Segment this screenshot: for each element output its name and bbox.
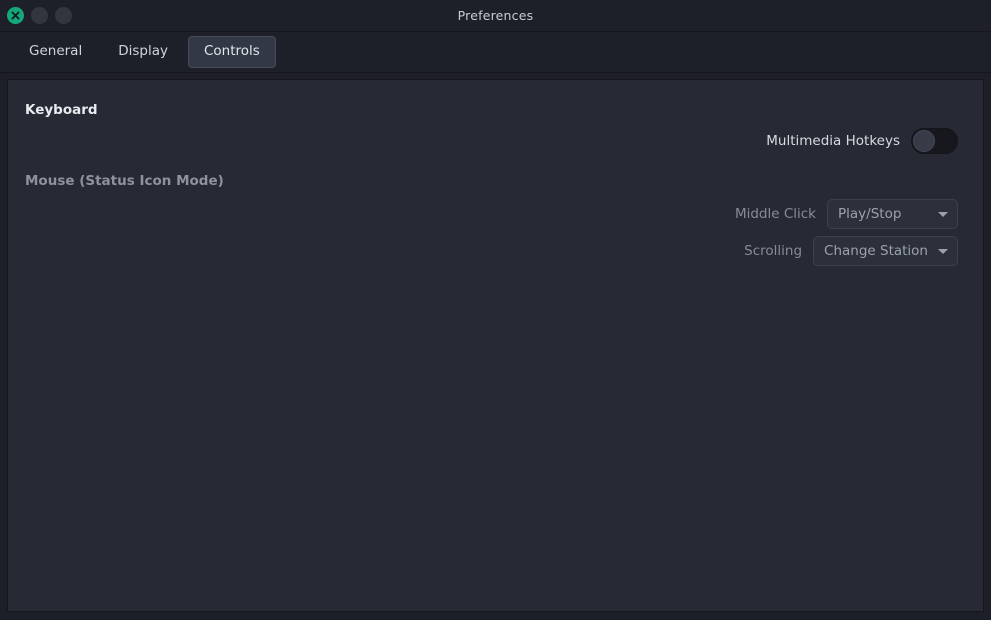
tab-display[interactable]: Display bbox=[102, 36, 184, 67]
row-middle-click: Middle Click Play/Stop bbox=[735, 199, 958, 229]
multimedia-hotkeys-label: Multimedia Hotkeys bbox=[766, 133, 900, 149]
multimedia-hotkeys-toggle[interactable] bbox=[911, 128, 958, 154]
scrolling-value: Change Station bbox=[824, 243, 928, 259]
preferences-window: Preferences General Display Controls Key… bbox=[0, 0, 991, 620]
tab-general[interactable]: General bbox=[13, 36, 98, 67]
middle-click-label: Middle Click bbox=[734, 206, 816, 222]
window-controls bbox=[7, 0, 72, 31]
close-x-icon bbox=[11, 11, 20, 20]
section-title-keyboard: Keyboard bbox=[25, 102, 98, 118]
chevron-down-icon bbox=[938, 248, 948, 254]
maximize-button[interactable] bbox=[55, 7, 72, 24]
row-multimedia-hotkeys: Multimedia Hotkeys bbox=[766, 128, 958, 154]
tab-bar: General Display Controls bbox=[0, 32, 991, 73]
content-area: Keyboard Multimedia Hotkeys Mouse (Statu… bbox=[0, 73, 991, 620]
scrolling-dropdown[interactable]: Change Station bbox=[813, 236, 958, 266]
close-button[interactable] bbox=[7, 7, 24, 24]
middle-click-value: Play/Stop bbox=[838, 206, 902, 222]
section-title-mouse: Mouse (Status Icon Mode) bbox=[25, 173, 224, 189]
middle-click-dropdown[interactable]: Play/Stop bbox=[827, 199, 958, 229]
scrolling-label: Scrolling bbox=[744, 243, 803, 259]
window-title: Preferences bbox=[457, 8, 534, 23]
tab-controls[interactable]: Controls bbox=[187, 36, 276, 68]
toggle-knob bbox=[913, 130, 935, 152]
chevron-down-icon bbox=[938, 211, 948, 217]
title-bar: Preferences bbox=[0, 0, 991, 32]
minimize-button[interactable] bbox=[31, 7, 48, 24]
controls-panel: Keyboard Multimedia Hotkeys Mouse (Statu… bbox=[7, 79, 984, 612]
row-scrolling: Scrolling Change Station bbox=[744, 236, 958, 266]
